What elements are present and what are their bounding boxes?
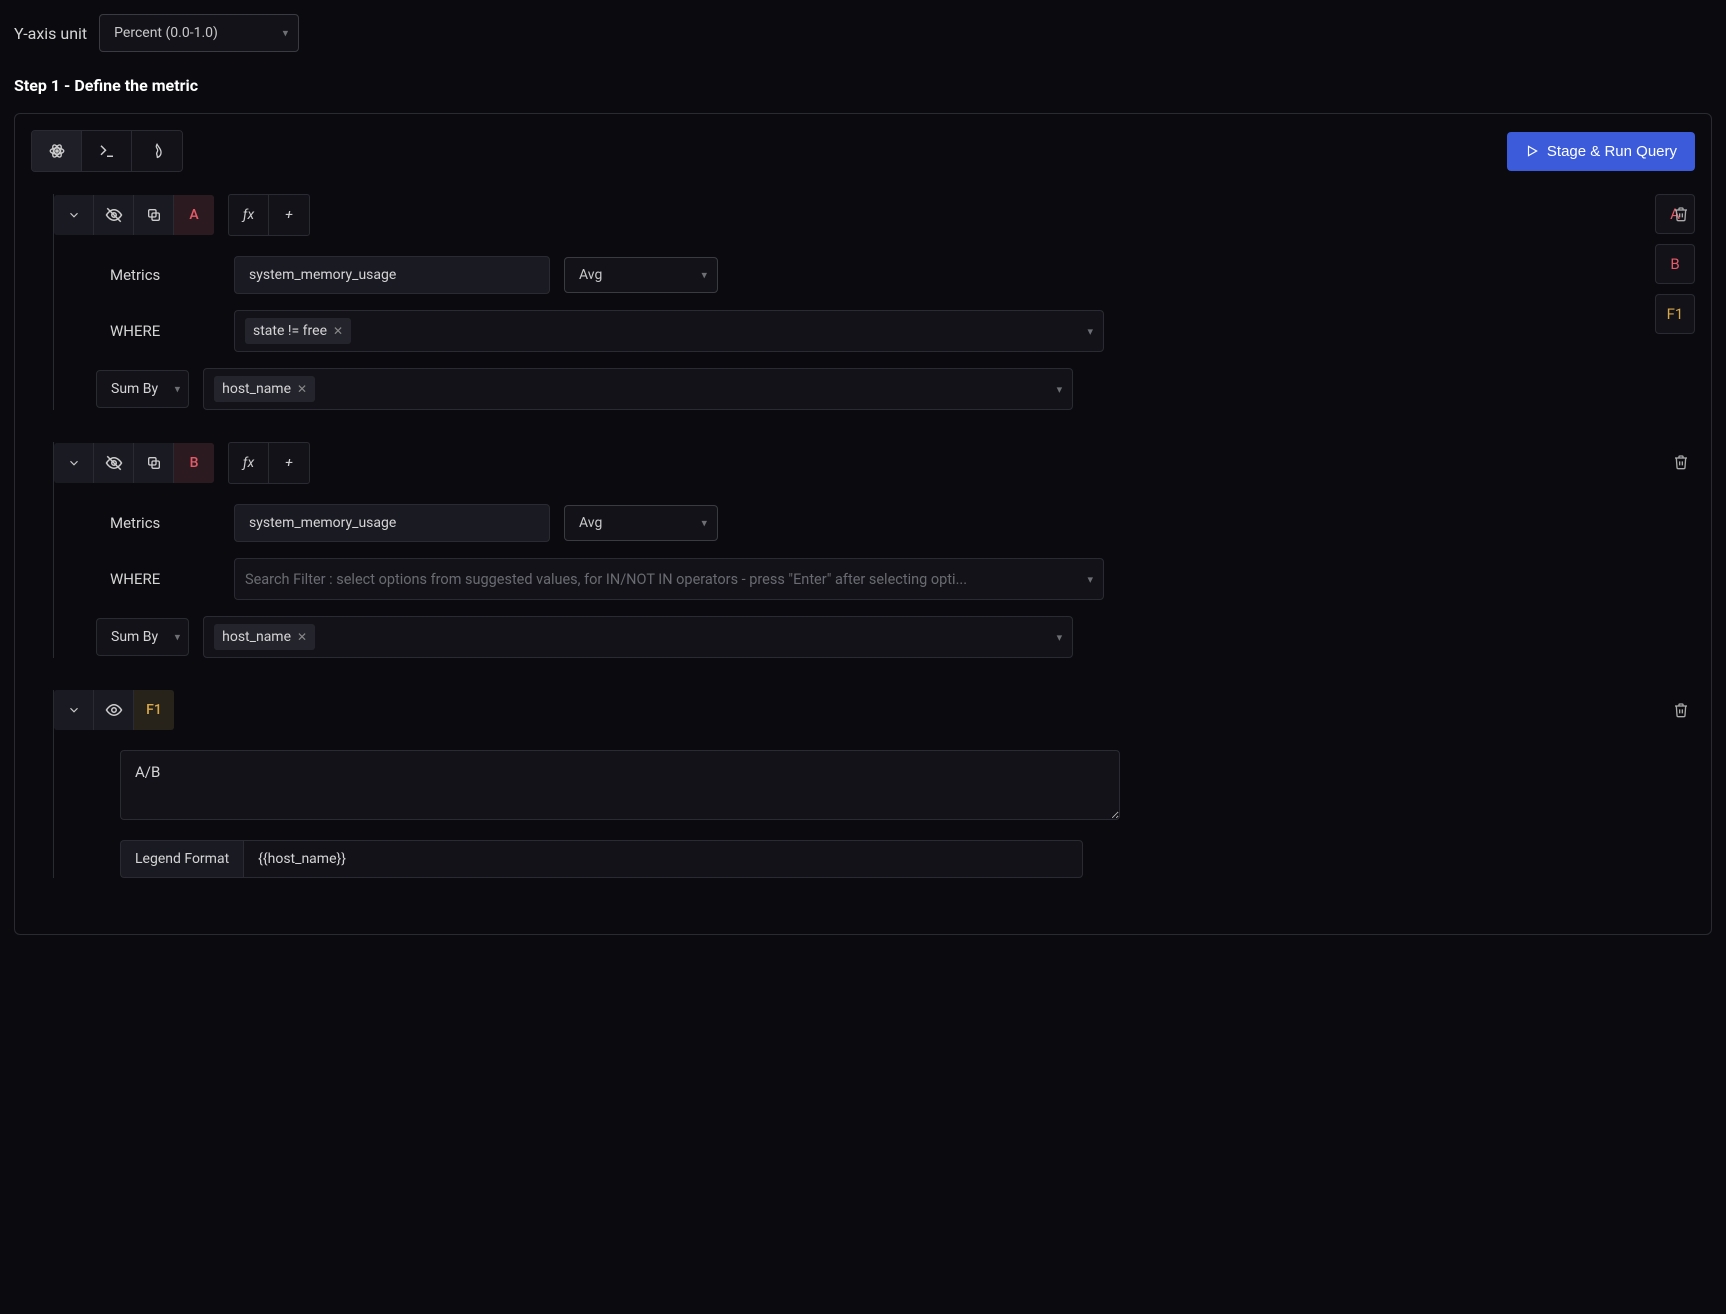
y-axis-unit-select[interactable]: Percent (0.0-1.0) ▾ [99,14,299,52]
chevron-down-icon: ▾ [1057,383,1063,396]
fx-button-a[interactable]: ƒx [229,195,269,235]
step-1-title: Step 1 - Define the metric [14,76,1712,95]
aggregation-select-a[interactable]: Avg ▾ [564,257,718,293]
sumby-label-a: Sum By [111,381,158,397]
toggle-visibility-formula-f1[interactable] [94,690,134,730]
where-filter-input-b[interactable]: Search Filter : select options from sugg… [234,558,1104,600]
stage-run-query-button[interactable]: Stage & Run Query [1507,132,1695,171]
sumby-tag-text-a: host_name [222,381,291,397]
where-label-b: WHERE [110,570,220,588]
query-a-letter: A [174,195,214,235]
trash-icon [1673,454,1689,470]
query-a-block: A ƒx + Metrics system_memory_usage Avg ▾… [53,194,1695,410]
delete-query-a[interactable] [1667,200,1695,228]
chevron-down-icon: ▾ [1087,573,1093,586]
run-button-label: Stage & Run Query [1547,143,1677,160]
collapse-query-b[interactable] [54,443,94,483]
sumby-input-a[interactable]: host_name ✕ ▾ [203,368,1073,410]
metric-name-input-a[interactable]: system_memory_usage [234,256,550,294]
sumby-select-a[interactable]: Sum By ▾ [96,370,189,408]
remove-tag-icon[interactable]: ✕ [297,382,307,396]
y-axis-unit-value: Percent (0.0-1.0) [114,25,218,41]
remove-tag-icon[interactable]: ✕ [297,630,307,644]
sumby-input-b[interactable]: host_name ✕ ▾ [203,616,1073,658]
where-placeholder-b: Search Filter : select options from sugg… [245,571,967,588]
duplicate-query-b[interactable] [134,443,174,483]
toggle-visibility-query-a[interactable] [94,195,134,235]
eye-off-icon [105,206,123,224]
sumby-tag-b: host_name ✕ [214,624,315,650]
sumby-select-b[interactable]: Sum By ▾ [96,618,189,656]
chevron-down-icon [67,208,81,222]
chevron-down-icon: ▾ [283,27,289,40]
flame-icon [149,143,165,159]
copy-icon [146,455,162,471]
sumby-tag-text-b: host_name [222,629,291,645]
query-b-block: B ƒx + Metrics system_memory_usage Avg ▾… [53,442,1695,658]
collapse-query-a[interactable] [54,195,94,235]
chevron-down-icon: ▾ [1087,325,1093,338]
chevron-down-icon: ▾ [701,517,707,530]
logs-mode-button[interactable] [132,131,182,171]
where-tag-a: state != free ✕ [245,318,351,344]
legend-format-label: Legend Format [120,840,243,878]
chevron-down-icon: ▾ [1057,631,1063,644]
trash-icon [1673,206,1689,222]
metrics-label-a: Metrics [110,266,220,284]
copy-icon [146,207,162,223]
eye-off-icon [105,454,123,472]
metric-name-input-b[interactable]: system_memory_usage [234,504,550,542]
add-button-a[interactable]: + [269,195,309,235]
y-axis-unit-label: Y-axis unit [14,24,87,43]
delete-formula-f1[interactable] [1667,696,1695,724]
play-icon [1525,144,1539,158]
builder-mode-button[interactable] [32,131,82,171]
fx-button-b[interactable]: ƒx [229,443,269,483]
where-label-a: WHERE [110,322,220,340]
where-tag-text-a: state != free [253,323,327,339]
code-mode-button[interactable] [82,131,132,171]
formula-f1-letter: F1 [134,690,174,730]
eye-icon [105,701,123,719]
query-mode-toggle [31,130,183,172]
query-b-letter: B [174,443,214,483]
duplicate-query-a[interactable] [134,195,174,235]
metrics-label-b: Metrics [110,514,220,532]
terminal-icon [98,142,116,160]
toggle-visibility-query-b[interactable] [94,443,134,483]
chevron-down-icon: ▾ [175,631,181,644]
delete-query-b[interactable] [1667,448,1695,476]
chevron-down-icon: ▾ [701,269,707,282]
collapse-formula-f1[interactable] [54,690,94,730]
metric-panel: Stage & Run Query A B F1 A ƒx [14,113,1712,935]
atom-icon [48,142,66,160]
aggregation-select-b[interactable]: Avg ▾ [564,505,718,541]
chevron-down-icon [67,703,81,717]
trash-icon [1673,702,1689,718]
chevron-down-icon [67,456,81,470]
sumby-tag-a: host_name ✕ [214,376,315,402]
sumby-label-b: Sum By [111,629,158,645]
where-filter-input-a[interactable]: state != free ✕ ▾ [234,310,1104,352]
formula-expression-input[interactable] [120,750,1120,820]
chevron-down-icon: ▾ [175,383,181,396]
aggregation-value-a: Avg [579,267,602,283]
legend-format-input[interactable]: {{host_name}} [243,840,1083,878]
formula-f1-block: F1 Legend Format {{host_name}} [53,690,1695,878]
aggregation-value-b: Avg [579,515,602,531]
add-button-b[interactable]: + [269,443,309,483]
remove-tag-icon[interactable]: ✕ [333,324,343,338]
